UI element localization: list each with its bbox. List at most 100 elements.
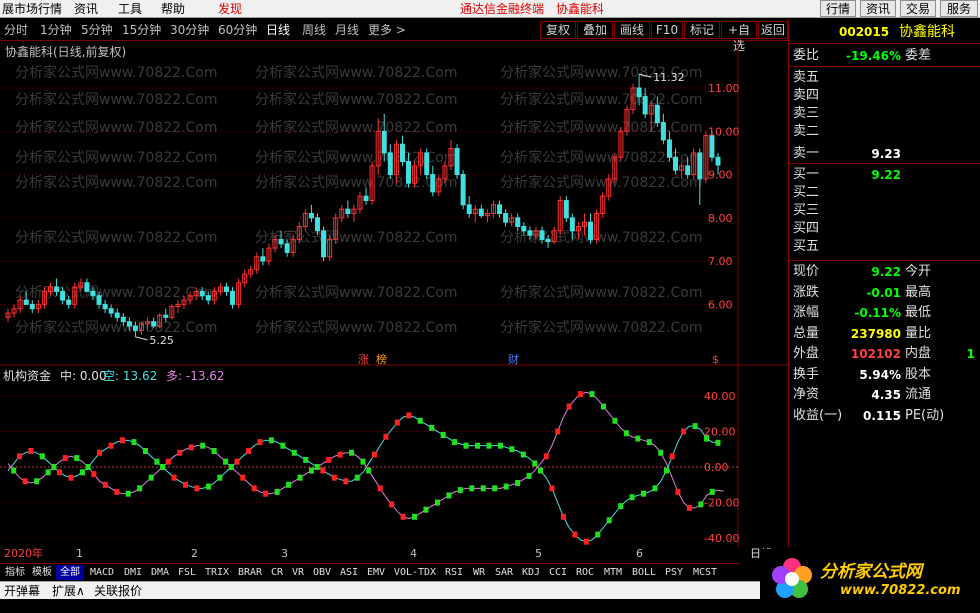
ind-block-87 — [503, 483, 509, 490]
period-5min[interactable]: 5分钟 — [81, 22, 113, 38]
menu-help[interactable]: 帮助 — [161, 1, 185, 17]
indicator-tab-14[interactable]: VOL-TDX — [390, 565, 440, 580]
btn-trade[interactable]: 交易 — [900, 0, 936, 17]
candle-body-76 — [466, 204, 472, 214]
event-mark-zhang[interactable]: 涨 — [358, 353, 369, 366]
indicator-tab-23[interactable]: PSY — [661, 565, 687, 580]
indicator-tab-0[interactable]: 指标 — [2, 565, 28, 580]
period-15min[interactable]: 15分钟 — [122, 22, 161, 38]
indicator-tab-7[interactable]: TRIX — [201, 565, 233, 580]
btn-mark[interactable]: 标记 — [684, 21, 720, 39]
period-monthly[interactable]: 月线 — [335, 22, 359, 38]
sell5-label: 卖五 — [793, 70, 820, 85]
ind-block-106 — [612, 417, 618, 424]
indicator-tab-17[interactable]: SAR — [491, 565, 517, 580]
period-weekly[interactable]: 周线 — [302, 22, 326, 38]
indicator-tab-5[interactable]: DMA — [147, 565, 173, 580]
indicator-tab-12[interactable]: ASI — [336, 565, 362, 580]
watermark-text-22: 分析家公式网www.70822.Com — [255, 319, 457, 336]
indicator-tab-13[interactable]: EMV — [363, 565, 389, 580]
btn-linked-quote[interactable]: 关联报价 — [94, 583, 142, 599]
kline-chart[interactable]: 分析家公式网www.70822.Com 分析家公式网www.70822.Com 分析… — [0, 42, 788, 547]
btn-draw[interactable]: 画线 — [614, 21, 650, 39]
candle-body-96 — [588, 221, 594, 240]
indicator-tab-15[interactable]: RSI — [441, 565, 467, 580]
candle-body-24 — [151, 321, 157, 327]
indicator-tab-4[interactable]: DMI — [120, 565, 146, 580]
indicator-tab-24[interactable]: MCST — [688, 565, 722, 580]
indicator-tab-2[interactable]: 全部 — [56, 565, 84, 580]
indicator-tab-8[interactable]: BRAR — [234, 565, 266, 580]
date-month-5: 5 — [535, 547, 542, 560]
btn-back[interactable]: 返回 — [758, 21, 788, 39]
btn-fuquan[interactable]: 复权 — [540, 21, 576, 39]
ind-block-70 — [406, 412, 412, 419]
ind-block-17 — [102, 481, 108, 488]
btn-info[interactable]: 资讯 — [860, 0, 896, 17]
period-daily[interactable]: 日线 — [266, 22, 290, 38]
ind-block-63 — [366, 467, 372, 474]
btn-overlay[interactable]: 叠加 — [577, 21, 613, 39]
quote-panel: 002015 协鑫能科 委比 -19.46% 委差 卖五 卖四 卖三 卖二 卖一… — [788, 19, 980, 547]
ind-block-68 — [394, 419, 400, 426]
indicator-kong: 空: 13.62 — [103, 369, 157, 383]
indicator-tab-6[interactable]: FSL — [174, 565, 200, 580]
ind-block-100 — [578, 391, 584, 398]
menu-news[interactable]: 资讯 — [74, 1, 98, 17]
buy3-label: 买三 — [793, 203, 820, 218]
ind-block-88 — [509, 446, 515, 453]
btn-f10[interactable]: F10 — [651, 21, 683, 39]
period-more[interactable]: 更多 > — [368, 22, 406, 38]
btn-quote[interactable]: 行情 — [820, 0, 856, 17]
period-1min[interactable]: 1分钟 — [40, 22, 72, 38]
ind-block-57 — [331, 474, 337, 481]
ind-block-102 — [589, 391, 595, 398]
period-30min[interactable]: 30分钟 — [170, 22, 209, 38]
buy5-label: 买五 — [793, 239, 820, 254]
menu-tools[interactable]: 工具 — [118, 1, 142, 17]
indicator-tab-11[interactable]: OBV — [309, 565, 335, 580]
period-60min[interactable]: 60分钟 — [218, 22, 257, 38]
event-mark-cai[interactable]: 财 — [508, 352, 519, 366]
watermark-text-20: 分析家公式网www.70822.Com — [500, 284, 702, 301]
watermark-text-9: 分析家公式网www.70822.Com — [15, 149, 217, 166]
ind-block-50 — [291, 449, 297, 456]
menu-discover[interactable]: 发现 — [218, 1, 242, 17]
indicator-tab-10[interactable]: VR — [288, 565, 308, 580]
event-mark-dollar[interactable]: $ — [712, 353, 719, 366]
menu-market[interactable]: 展市场行情 — [2, 1, 62, 17]
price-tick-4: 7.00 — [708, 255, 733, 268]
period-timeshare[interactable]: 分时 — [4, 22, 28, 38]
btn-service[interactable]: 服务 — [940, 0, 978, 17]
btn-danmaku[interactable]: 开弹幕 — [4, 583, 40, 599]
ind-block-11 — [68, 474, 74, 481]
ind-block-54 — [314, 464, 320, 470]
quote-value-7: 0.115 — [863, 408, 901, 423]
candle-body-14 — [90, 290, 96, 297]
ind-block-111 — [641, 490, 647, 497]
indicator-tab-16[interactable]: WR — [468, 565, 490, 580]
watermark-text-0: 分析家公式网www.70822.Com — [15, 64, 217, 81]
indicator-tab-22[interactable]: BOLL — [628, 565, 660, 580]
indicator-tab-3[interactable]: MACD — [85, 565, 119, 580]
indicator-tab-21[interactable]: MTM — [599, 565, 627, 580]
indicator-tab-18[interactable]: KDJ — [518, 565, 544, 580]
event-mark-bang[interactable]: 榜 — [376, 352, 387, 366]
site-logo: 分析家公式网 www.70822.com — [760, 549, 980, 613]
sell4-label: 卖四 — [793, 88, 820, 103]
price-tick-0: 11.00 — [708, 82, 740, 95]
ind-block-45 — [263, 490, 269, 497]
candle-body-78 — [478, 208, 484, 217]
indicator-tab-19[interactable]: CCI — [545, 565, 571, 580]
indicator-tab-1[interactable]: 模板 — [29, 565, 55, 580]
ind-block-21 — [125, 490, 131, 497]
watermark-text-15: 分析家公式网www.70822.Com — [15, 229, 217, 246]
indicator-tab-9[interactable]: CR — [267, 565, 287, 580]
ind-block-39 — [228, 464, 234, 470]
btn-expand[interactable]: 扩展∧ — [52, 583, 85, 599]
ind-block-23 — [137, 485, 143, 492]
candle-body-93 — [569, 217, 575, 232]
btn-add-watch[interactable]: +自选 — [721, 21, 757, 53]
ind-block-118 — [681, 428, 687, 435]
indicator-tab-20[interactable]: ROC — [572, 565, 598, 580]
